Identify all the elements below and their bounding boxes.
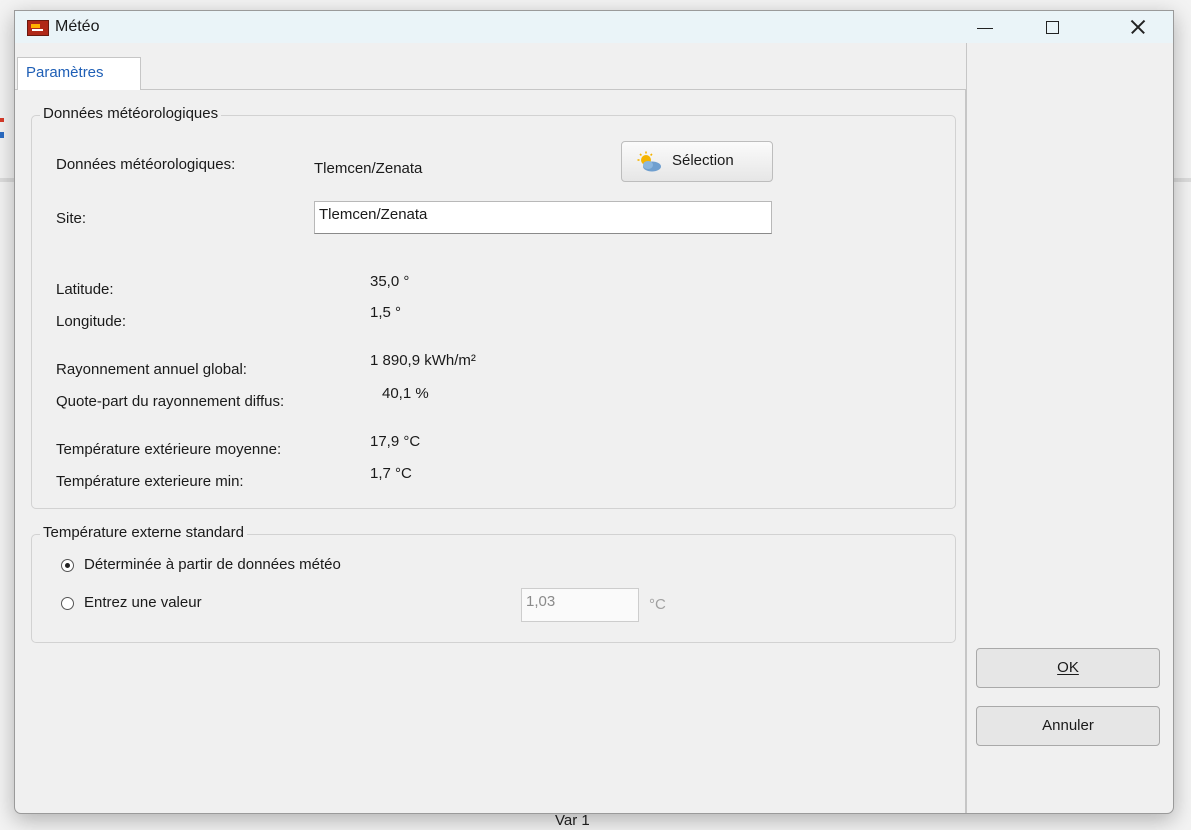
longitude-value: 1,5 ° <box>370 304 402 321</box>
ok-button[interactable]: OK <box>976 648 1160 688</box>
standard-temperature-unit: °C <box>649 596 666 613</box>
weather-data-value: Tlemcen/Zenata <box>314 160 423 177</box>
cancel-button[interactable]: Annuler <box>976 706 1160 746</box>
radio-from-weather-data[interactable] <box>61 559 74 572</box>
selection-button-label: Sélection <box>672 152 734 169</box>
radio-from-weather-data-label[interactable]: Déterminée à partir de données météo <box>84 556 341 573</box>
site-label: Site: <box>56 210 87 227</box>
background-app-toolbar-fragment <box>0 118 6 140</box>
diffuse-share-label: Quote-part du rayonnement diffus: <box>56 393 285 410</box>
standard-temperature-group: Température externe standard <box>31 524 956 643</box>
selection-button[interactable]: Sélection <box>621 141 773 182</box>
avg-temperature-label: Température extérieure moyenne: <box>56 441 282 458</box>
min-temperature-value: 1,7 °C <box>370 465 412 482</box>
maximize-button[interactable] <box>1027 11 1079 43</box>
site-input[interactable]: Tlemcen/Zenata <box>314 201 772 234</box>
weather-sun-cloud-icon <box>637 151 661 172</box>
longitude-label: Longitude: <box>56 313 127 330</box>
weather-data-group-legend: Données météorologiques <box>40 105 222 122</box>
radio-enter-value-label[interactable]: Entrez une valeur <box>84 594 202 611</box>
button-pane-divider <box>966 43 967 813</box>
title-bar[interactable]: Météo <box>15 11 1173 43</box>
ok-button-label: OK <box>1057 659 1079 676</box>
app-logo-icon <box>27 20 49 36</box>
close-button[interactable] <box>1113 11 1165 43</box>
avg-temperature-value: 17,9 °C <box>370 433 421 450</box>
latitude-value: 35,0 ° <box>370 273 410 290</box>
min-temperature-label: Température exterieure min: <box>56 473 244 490</box>
tab-parametres[interactable]: Paramètres <box>17 57 141 90</box>
background-status-text: Var 1 <box>555 812 590 829</box>
window-title: Météo <box>55 18 100 35</box>
weather-data-label: Données météorologiques: <box>56 156 236 173</box>
meteo-dialog: Météo Paramètres Données météorologiques… <box>14 10 1174 814</box>
diffuse-share-value: 40,1 % <box>382 385 429 402</box>
radiation-label: Rayonnement annuel global: <box>56 361 247 378</box>
latitude-label: Latitude: <box>56 281 114 298</box>
radiation-value: 1 890,9 kWh/m² <box>370 352 476 369</box>
radio-enter-value[interactable] <box>61 597 74 610</box>
minimize-button[interactable] <box>959 11 1011 43</box>
standard-temperature-group-legend: Température externe standard <box>40 524 247 541</box>
standard-temperature-input[interactable]: 1,03 <box>521 588 639 622</box>
